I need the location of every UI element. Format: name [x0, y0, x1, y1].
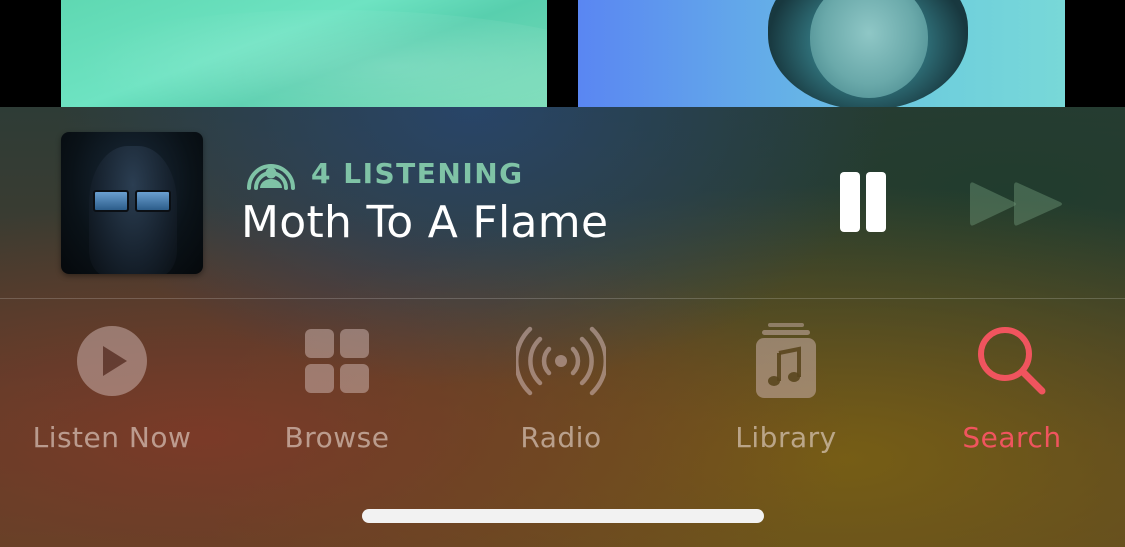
tab-label: Listen Now	[32, 421, 192, 454]
album-tile-left[interactable]	[61, 0, 547, 107]
tab-label: Browse	[284, 421, 390, 454]
fast-forward-icon	[970, 182, 1062, 226]
bottom-panel: 4 LISTENING Moth To A Flame Listen Now B…	[0, 107, 1125, 547]
tab-library[interactable]: Library	[686, 321, 886, 454]
listening-count: 4 LISTENING	[311, 156, 524, 190]
recommended-albums-strip	[0, 0, 1125, 107]
mini-player[interactable]: 4 LISTENING Moth To A Flame	[0, 107, 1125, 298]
album-art-texture	[61, 10, 547, 107]
album-art-glasses	[93, 190, 171, 212]
shareplay-icon	[247, 164, 295, 190]
tab-search[interactable]: Search	[912, 321, 1112, 454]
home-indicator[interactable]	[362, 509, 764, 523]
search-icon	[978, 327, 1046, 395]
tab-label: Radio	[520, 421, 602, 454]
tab-bar: Listen Now Browse Radio Library Search	[0, 299, 1125, 469]
tab-label: Search	[962, 421, 1062, 454]
music-library-icon	[756, 323, 816, 398]
play-circle-icon	[77, 326, 147, 396]
broadcast-icon	[516, 326, 606, 396]
tab-radio[interactable]: Radio	[461, 321, 661, 454]
tab-listen-now[interactable]: Listen Now	[12, 321, 212, 454]
song-title[interactable]: Moth To A Flame	[241, 197, 608, 248]
tab-browse[interactable]: Browse	[237, 321, 437, 454]
tab-label: Library	[735, 421, 837, 454]
album-tile-right[interactable]	[578, 0, 1065, 107]
fast-forward-button[interactable]	[968, 179, 1066, 229]
shareplay-listening-indicator: 4 LISTENING	[243, 156, 524, 190]
now-playing-album-art[interactable]	[61, 132, 203, 274]
pause-button[interactable]	[836, 170, 892, 236]
grid-icon	[305, 329, 369, 393]
